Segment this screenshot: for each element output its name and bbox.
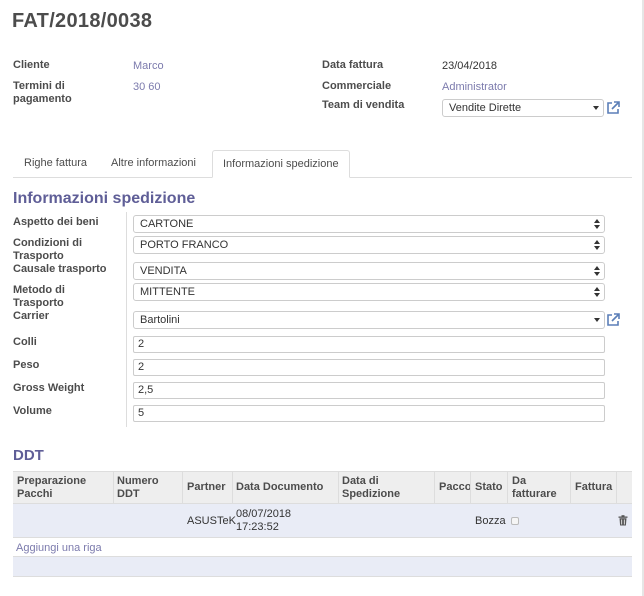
commerciale-link[interactable]: Administrator [442, 81, 507, 94]
chevron-down-icon [594, 318, 600, 322]
tab-altre-informazioni[interactable]: Altre informazioni [101, 150, 206, 178]
select-arrows-icon [594, 265, 600, 277]
row-data-documento-1: 08/07/2018 [236, 508, 292, 520]
data-fattura-label: Data fattura [322, 59, 384, 71]
metodo-select-value: MITTENTE [140, 286, 195, 298]
termini-link[interactable]: 30 60 [133, 81, 161, 94]
col-numero-2: DDT [117, 488, 140, 500]
condizioni-label-1: Condizioni di [13, 237, 83, 249]
team-select-value: Vendite Dirette [449, 102, 522, 114]
ddt-title: DDT [13, 447, 44, 464]
form-divider [126, 212, 127, 427]
commerciale-label: Commerciale [322, 80, 392, 92]
colli-label: Colli [13, 336, 37, 348]
table-footer [13, 557, 632, 577]
condizioni-label-2: Trasporto [13, 250, 64, 262]
col-divider [182, 472, 183, 503]
col-data-spedizione-1[interactable]: Data di [342, 475, 379, 487]
gross-weight-label: Gross Weight [13, 382, 85, 394]
external-link-icon[interactable] [606, 313, 620, 327]
volume-label: Volume [13, 405, 52, 417]
metodo-select[interactable]: MITTENTE [133, 283, 605, 301]
col-partner[interactable]: Partner [187, 481, 226, 493]
carrier-select-value: Bartolini [140, 314, 180, 326]
peso-label: Peso [13, 359, 40, 371]
gross-weight-input[interactable]: 2,5 [133, 382, 605, 399]
col-da-fatturare-1[interactable]: Da [512, 475, 526, 487]
section-title: Informazioni spedizione [13, 190, 196, 207]
col-da-fatturare-2: fatturare [512, 488, 557, 500]
col-divider [570, 472, 571, 503]
page-title: FAT/2018/0038 [12, 10, 153, 32]
peso-input[interactable]: 2 [133, 359, 605, 376]
causale-label: Causale trasporto [13, 263, 107, 275]
aspetto-label: Aspetto dei beni [13, 216, 99, 228]
carrier-select[interactable]: Bartolini [133, 311, 605, 329]
data-fattura-value: 23/04/2018 [442, 60, 498, 72]
external-link-icon[interactable] [606, 101, 620, 115]
row-stato: Bozza [475, 515, 506, 527]
condizioni-select[interactable]: PORTO FRANCO [133, 236, 605, 254]
col-preparazione-1[interactable]: Preparazione [17, 475, 86, 487]
cliente-link[interactable]: Marco [133, 60, 164, 73]
col-divider [338, 472, 339, 503]
aspetto-select[interactable]: CARTONE [133, 215, 605, 233]
da-fatturare-checkbox[interactable] [511, 517, 519, 525]
col-divider [507, 472, 508, 503]
col-divider [616, 472, 617, 503]
carrier-label: Carrier [13, 310, 50, 322]
ddt-table-header: Preparazione Pacchi Numero DDT Partner D… [13, 471, 632, 504]
causale-select-value: VENDITA [140, 265, 187, 277]
volume-input[interactable]: 5 [133, 405, 605, 422]
row-data-documento-2: 17:23:52 [236, 521, 279, 533]
metodo-label-2: Trasporto [13, 297, 64, 309]
team-label: Team di vendita [322, 99, 405, 111]
select-arrows-icon [594, 218, 600, 230]
termini-label-2: pagamento [13, 93, 72, 105]
col-divider [470, 472, 471, 503]
metodo-label-1: Metodo di [13, 284, 65, 296]
colli-input[interactable]: 2 [133, 336, 605, 353]
col-data-spedizione-2: Spedizione [342, 488, 401, 500]
col-divider [434, 472, 435, 503]
add-row-link[interactable]: Aggiungi una riga [16, 542, 102, 554]
chevron-down-icon [593, 106, 599, 110]
col-pacco[interactable]: Pacco [439, 481, 471, 493]
team-select[interactable]: Vendite Dirette [442, 99, 604, 117]
col-fattura[interactable]: Fattura [575, 481, 612, 493]
add-row-container [13, 538, 632, 557]
select-arrows-icon [594, 239, 600, 251]
table-row[interactable]: ASUSTeK 08/07/2018 17:23:52 Bozza [13, 504, 632, 538]
col-divider [232, 472, 233, 503]
col-numero-1[interactable]: Numero [117, 475, 159, 487]
causale-select[interactable]: VENDITA [133, 262, 605, 280]
col-preparazione-2: Pacchi [17, 488, 53, 500]
col-stato[interactable]: Stato [475, 481, 503, 493]
cliente-label: Cliente [13, 59, 50, 71]
col-divider [113, 472, 114, 503]
condizioni-select-value: PORTO FRANCO [140, 239, 229, 251]
select-arrows-icon [594, 286, 600, 298]
aspetto-select-value: CARTONE [140, 218, 194, 230]
trash-icon[interactable] [618, 515, 628, 526]
col-data-documento[interactable]: Data Documento [236, 481, 323, 493]
tab-informazioni-spedizione[interactable]: Informazioni spedizione [212, 150, 350, 178]
row-partner: ASUSTeK [187, 515, 236, 527]
termini-label-1: Termini di [13, 80, 65, 92]
tab-righe-fattura[interactable]: Righe fattura [14, 150, 97, 178]
